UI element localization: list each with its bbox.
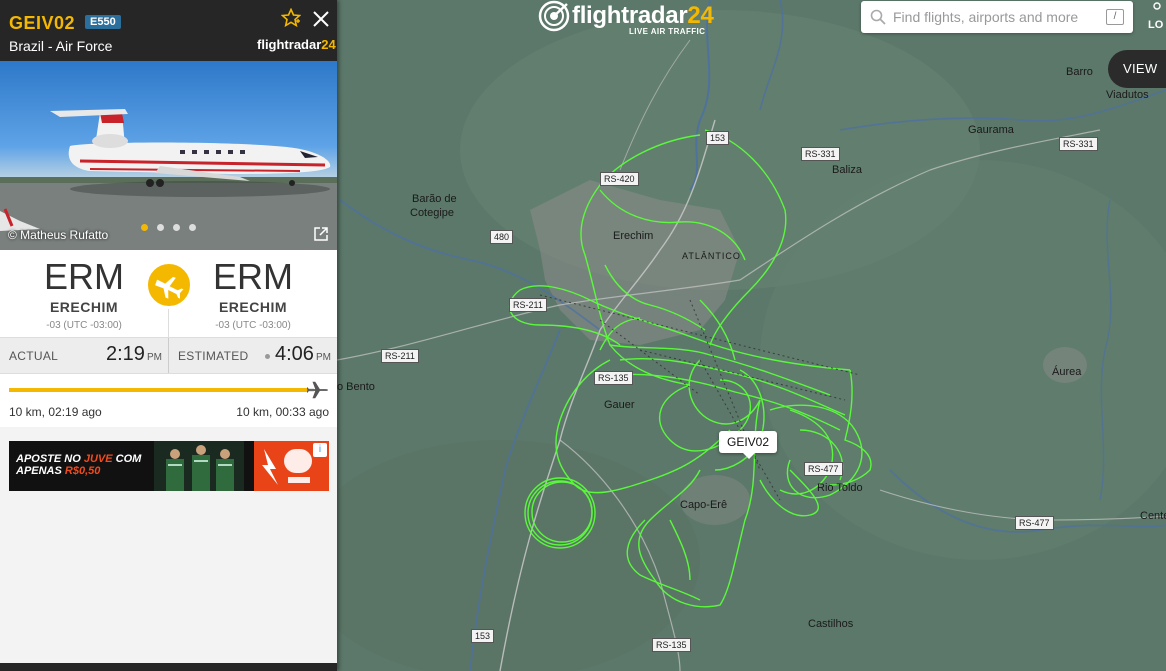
estimated-ampm: PM — [315, 352, 331, 363]
place-label: Rio Toldo — [817, 482, 863, 494]
ad-line2-highlight: R$0,50 — [64, 465, 101, 477]
estimated-label: ESTIMATED — [178, 349, 249, 363]
aircraft-photo[interactable]: © Matheus Rufatto — [0, 61, 337, 250]
actual-ampm: PM — [146, 352, 162, 363]
destination-airport-name: ERECHIM — [218, 299, 288, 315]
plane-icon — [155, 276, 184, 299]
advertisement-banner[interactable]: APOSTE NO JUVE COM APENAS R$0,50 i — [9, 441, 329, 491]
aircraft-type-badge[interactable]: E550 — [85, 15, 121, 29]
place-label: Castilhos — [808, 618, 854, 630]
logo-wordmark: flightradar24 — [572, 2, 714, 29]
carousel-dot[interactable] — [141, 224, 148, 231]
times-section: ACTUAL 2:19 PM ESTIMATED 4:06 PM — [0, 338, 337, 374]
login-button[interactable]: LO — [1148, 0, 1166, 36]
search-icon — [870, 9, 886, 25]
search-input[interactable] — [893, 1, 1098, 33]
road-shield: RS-477 — [1015, 516, 1054, 530]
external-link-icon[interactable] — [313, 226, 329, 242]
road-shield: RS-211 — [509, 298, 547, 312]
login-label: LO — [1148, 19, 1164, 31]
road-shield: RS-135 — [594, 371, 633, 385]
place-label: Gaurama — [968, 124, 1014, 136]
destination-airport-code[interactable]: ERM — [169, 256, 337, 298]
panel-logo: flightradar24 — [257, 37, 336, 52]
carousel-dot[interactable] — [189, 224, 196, 231]
carousel-dot[interactable] — [157, 224, 164, 231]
ad-text: APOSTE NO JUVE COM APENAS R$0,50 — [16, 453, 141, 477]
road-shield: 480 — [490, 230, 514, 244]
photo-credit[interactable]: © Matheus Rufatto — [8, 228, 108, 242]
ad-line1-end: COM — [115, 453, 142, 465]
photo-carousel-dots[interactable] — [141, 218, 205, 236]
road-shield: RS-135 — [652, 638, 691, 652]
bookmark-star-icon[interactable] — [281, 8, 301, 28]
origin-airport-code[interactable]: ERM — [0, 256, 168, 298]
road-shield: RS-211 — [381, 349, 419, 363]
flight-callsign: GEIV02 — [9, 13, 76, 33]
place-label: Áurea — [1052, 366, 1082, 378]
flight-map-label[interactable]: GEIV02 — [719, 431, 778, 459]
origin-airport-name: ERECHIM — [49, 299, 119, 315]
estimated-indicator-dot — [265, 354, 270, 359]
estimated-time-value: 4:06 — [275, 343, 314, 365]
carousel-dot[interactable] — [173, 224, 180, 231]
estimated-time: 4:06 PM — [275, 343, 331, 366]
logo-tagline: LIVE AIR TRAFFIC — [629, 27, 706, 36]
place-label: Cente — [1140, 510, 1166, 522]
road-shield: 153 — [471, 629, 495, 643]
road-shield: RS-331 — [1059, 137, 1098, 151]
progress-fill — [9, 388, 308, 392]
place-label: Viadutos — [1106, 89, 1149, 101]
place-label: Capo-Erê — [680, 499, 728, 511]
place-label: Cotegipe — [410, 207, 455, 219]
close-icon[interactable] — [311, 9, 331, 29]
view-button[interactable]: VIEW — [1108, 50, 1166, 88]
distance-remaining: 10 km, 00:33 ago — [236, 405, 329, 419]
road-shield: RS-331 — [801, 147, 840, 161]
ad-line1-highlight: JUVE — [83, 453, 113, 465]
ad-players-image — [154, 441, 244, 491]
ad-line2: APENAS — [16, 465, 62, 477]
place-label: Barão de — [412, 193, 457, 205]
origin-timezone: -03 (UTC -03:00) — [46, 320, 122, 331]
place-label: Erechim — [613, 230, 654, 242]
panel-bottom-bar — [0, 663, 337, 671]
place-label: Gauer — [604, 399, 635, 411]
place-label: Barro — [1066, 66, 1093, 78]
radar-icon — [538, 0, 570, 32]
search-box[interactable]: / — [861, 1, 1133, 33]
times-divider — [168, 338, 169, 373]
ad-line1: APOSTE NO — [16, 453, 81, 465]
place-label: o Bento — [337, 381, 375, 393]
road-shield: RS-420 — [600, 172, 639, 186]
road-shield: RS-477 — [804, 462, 843, 476]
destination-timezone: -03 (UTC -03:00) — [215, 320, 291, 331]
place-label: ATLÂNTICO — [682, 251, 741, 261]
distance-flown: 10 km, 02:19 ago — [9, 405, 102, 419]
actual-time-value: 2:19 — [106, 343, 145, 365]
actual-label: ACTUAL — [9, 349, 59, 363]
operator-name[interactable]: Brazil - Air Force — [9, 38, 112, 54]
panel-header: GEIV02 E550 Brazil - Air Force flightrad… — [0, 0, 337, 61]
road-shield: 153 — [706, 131, 730, 145]
route-plane-badge — [145, 261, 193, 309]
route-section: ERM ERECHIM -03 (UTC -03:00) ERM ERECHIM… — [0, 250, 337, 338]
flight-progress: 10 km, 02:19 ago 10 km, 00:33 ago — [0, 374, 337, 427]
search-shortcut-key: / — [1106, 9, 1124, 25]
actual-time: 2:19 PM — [106, 343, 162, 366]
progress-track — [9, 388, 314, 392]
ad-info-icon[interactable]: i — [313, 443, 327, 457]
flight-info-panel: GEIV02 E550 Brazil - Air Force flightrad… — [0, 0, 337, 671]
progress-plane-icon — [307, 381, 329, 399]
user-icon — [1153, 2, 1161, 10]
place-label: Baliza — [832, 164, 862, 176]
